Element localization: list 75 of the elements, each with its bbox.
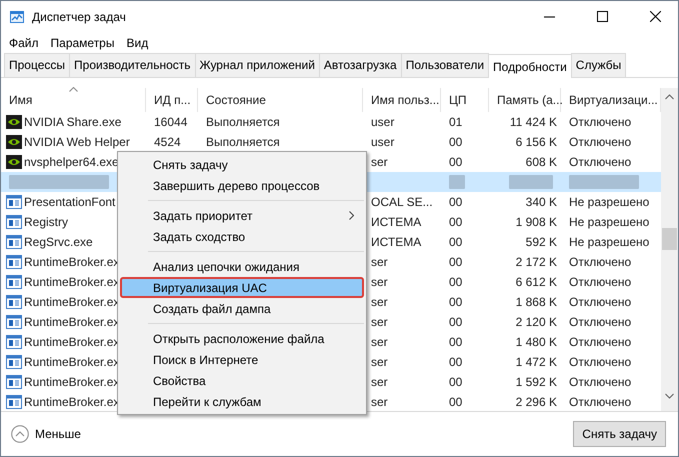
table-cell-text: Не разрешено [568,194,650,211]
table-cell-text: ser [370,354,389,371]
table-cell-text: 00 [448,374,464,391]
process-name: nvsphelper64.exe [24,154,119,171]
table-cell-text: Не разрешено [568,234,650,251]
process-name: RuntimeBroker.ex [24,394,120,411]
table-cell-text: Отключено [568,114,632,131]
process-name: NVIDIA Share.exe [24,114,122,131]
table-cell-text: ser [370,374,389,391]
table-cell-text: 00 [448,294,464,311]
table-cell-text: 1 480 K [514,334,558,351]
table-cell-text: ser [370,154,389,171]
table-cell-text: 592 K [524,234,558,251]
table-cell-text: 1 908 K [514,214,558,231]
table-cell-text: OCAL SE... [370,194,434,211]
table-cell-text: Отключено [568,134,632,151]
table-cell-text: 00 [448,394,464,411]
table-cell-text: ser [370,394,389,411]
process-name: RegSrvc.exe [24,234,93,251]
table-cell-text: Отключено [568,294,632,311]
process-name: RuntimeBroker.ex [24,334,120,351]
table-cell-text: 00 [448,234,464,251]
table-cell-text: 00 [448,314,464,331]
table-cell-text: Отключено [568,334,632,351]
process-name: Registry [24,214,68,231]
table-cell-text: 00 [448,194,464,211]
table-cell-text: ser [370,274,389,291]
table-cell-text: 00 [448,254,464,271]
table-cell-text: ser [370,314,389,331]
table-cell-text: 6 156 K [514,134,558,151]
table-cell-text: 2 172 K [514,254,558,271]
table-cell-text: 4524 [153,134,182,151]
process-name: NVIDIA Web Helper [24,134,130,151]
table-cell-text: 11 424 K [508,114,558,131]
table-cell-text: 00 [448,274,464,291]
table-cell-text: 16044 [153,114,188,131]
table-cell-text: Отключено [568,274,632,291]
table-cell-text: Выполняется [205,114,281,131]
table-cell-text: 2 120 K [514,314,558,331]
table-cell-text: ser [370,254,389,271]
table-cell-text: user [370,114,396,131]
process-name: PresentationFont [24,194,116,211]
table-cell-text: 1 868 K [514,294,558,311]
table-cell-text: ser [370,334,389,351]
table-cell-text: 1 592 K [514,374,558,391]
table-cell-text: 340 K [524,194,558,211]
table-cell-text: ИСТЕМА [370,214,422,231]
window-title: Диспетчер задач [32,8,126,26]
process-name: RuntimeBroker.ex [24,354,120,371]
table-cell-text: 2 296 K [514,394,558,411]
table-cell-text: 6 612 K [514,274,558,291]
table-cell-text: 01 [448,114,464,131]
process-name: RuntimeBroker.ex [24,294,120,311]
table-cell-text: 00 [448,154,464,171]
table-cell-text: Не разрешено [568,214,650,231]
table-cell-text: Отключено [568,254,632,271]
process-name: RuntimeBroker.ex [24,274,120,291]
table-cell-text: user [370,134,396,151]
table-cell-text: 608 K [524,154,558,171]
table-cell-text: 00 [448,214,464,231]
table-cell-text: ser [370,294,389,311]
table-cell-text: 1 472 K [514,354,558,371]
process-name: RuntimeBroker.ex [24,254,120,271]
table-cell-text: Отключено [568,354,632,371]
process-name: RuntimeBroker.ex [24,314,120,331]
table-cell-text: 00 [448,334,464,351]
table-cell-text: 00 [448,134,464,151]
table-cell-text: Выполняется [205,134,281,151]
table-cell-text: ИСТЕМА [370,234,422,251]
table-cell-text: Отключено [568,154,632,171]
table-cell-text: Отключено [568,394,632,411]
process-name: RuntimeBroker.ex [24,374,120,391]
table-cell-text: 00 [448,354,464,371]
table-cell-text: Отключено [568,374,632,391]
table-cell-text: Отключено [568,314,632,331]
